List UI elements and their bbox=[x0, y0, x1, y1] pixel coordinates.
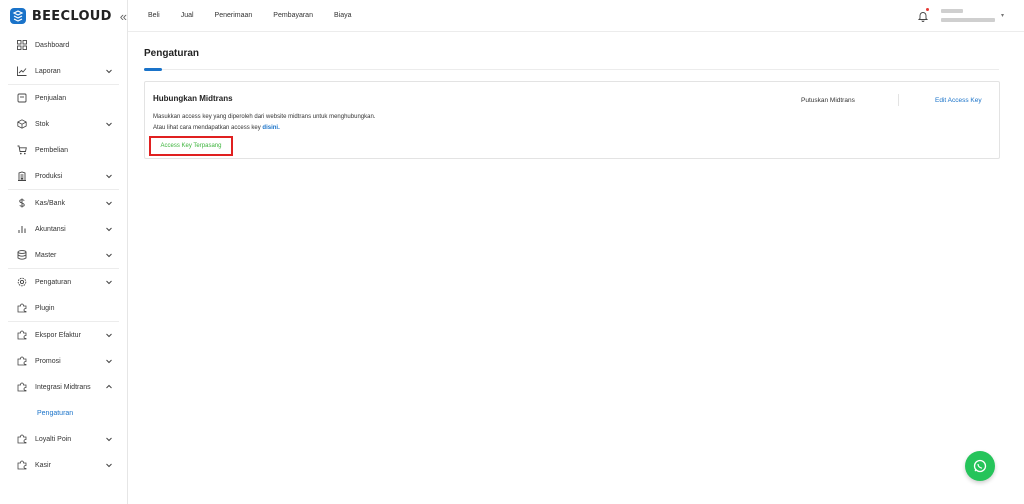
top-menu: Beli Jual Penerimaan Pembayaran Biaya bbox=[148, 12, 373, 19]
chevron-down-icon: ▾ bbox=[1000, 12, 1004, 19]
receipt-icon bbox=[16, 92, 28, 104]
puzzle-icon bbox=[16, 433, 28, 445]
top-menu-pembayaran[interactable]: Pembayaran bbox=[273, 12, 313, 19]
sidebar-item-loyalti-poin[interactable]: Loyalti Poin bbox=[0, 426, 127, 452]
whatsapp-button[interactable] bbox=[965, 451, 995, 481]
card-description-link-line: Atau lihat cara mendapatkan access key d… bbox=[153, 123, 280, 134]
sidebar-item-label: Plugin bbox=[35, 304, 55, 312]
puzzle-icon bbox=[16, 329, 28, 341]
top-menu-penerimaan[interactable]: Penerimaan bbox=[215, 12, 253, 19]
sidebar-item-label: Kas/Bank bbox=[35, 199, 65, 207]
sidebar-item-label: Produksi bbox=[35, 172, 63, 180]
sidebar-item-label: Stok bbox=[35, 120, 50, 128]
box-icon bbox=[16, 118, 28, 130]
disconnect-midtrans-button[interactable]: Putuskan Midtrans bbox=[801, 97, 855, 104]
sidebar-item-label: Dashboard bbox=[35, 41, 70, 49]
sidebar-item-akuntansi[interactable]: Akuntansi bbox=[0, 216, 127, 242]
whatsapp-icon bbox=[973, 459, 987, 473]
grid-icon bbox=[16, 39, 28, 51]
status-highlight: Access Key Terpasang bbox=[149, 136, 233, 156]
sidebar-item-promosi[interactable]: Promosi bbox=[0, 348, 127, 374]
sidebar-item-label: Laporan bbox=[35, 67, 61, 75]
chevron-down-icon bbox=[106, 69, 112, 74]
sidebar-item-master[interactable]: Master bbox=[0, 242, 127, 268]
sidebar-item-laporan[interactable]: Laporan bbox=[0, 58, 127, 84]
page-title: Pengaturan bbox=[144, 48, 200, 59]
chevron-down-icon bbox=[106, 201, 112, 206]
sidebar-item-stok[interactable]: Stok bbox=[0, 111, 127, 137]
sidebar-item-produksi[interactable]: Produksi bbox=[0, 163, 127, 189]
midtrans-card: Hubungkan Midtrans Masukkan access key y… bbox=[144, 81, 1000, 159]
sidebar-item-kas-bank[interactable]: Kas/Bank bbox=[0, 190, 127, 216]
database-icon bbox=[16, 249, 28, 261]
sidebar-item-pembelian[interactable]: Pembelian bbox=[0, 137, 127, 163]
help-link[interactable]: disini. bbox=[262, 125, 279, 131]
user-menu[interactable]: ▾ bbox=[940, 6, 1004, 24]
sidebar-item-penjualan[interactable]: Penjualan bbox=[0, 85, 127, 111]
sidebar-subitem-pengaturan[interactable]: Pengaturan bbox=[0, 400, 127, 426]
beecloud-logo-icon bbox=[10, 8, 26, 24]
sidebar-item-label: Master bbox=[35, 251, 57, 259]
gear-icon bbox=[16, 276, 28, 288]
avatar bbox=[940, 6, 995, 24]
card-description: Masukkan access key yang diperoleh dari … bbox=[153, 114, 376, 120]
title-underline bbox=[144, 68, 162, 71]
sidebar-item-kasir[interactable]: Kasir bbox=[0, 452, 127, 478]
puzzle-icon bbox=[16, 302, 28, 314]
sidebar-item-integrasi-midtrans[interactable]: Integrasi Midtrans bbox=[0, 374, 127, 400]
chevron-down-icon bbox=[106, 227, 112, 232]
top-right: ▾ bbox=[917, 6, 1004, 24]
topbar: Beli Jual Penerimaan Pembayaran Biaya ▾ bbox=[128, 0, 1024, 32]
edit-access-key-button[interactable]: Edit Access Key bbox=[935, 97, 982, 104]
brand-name: BEECLOUD bbox=[31, 8, 112, 24]
chevron-down-icon bbox=[106, 174, 112, 179]
factory-icon bbox=[16, 170, 28, 182]
dollar-icon bbox=[16, 197, 28, 209]
sidebar-item-label: Pengaturan bbox=[35, 278, 72, 286]
chevron-down-icon bbox=[106, 122, 112, 127]
sidebar-nav: Dashboard Laporan Penjualan Stok Pembelian Pr… bbox=[0, 32, 127, 478]
chevron-up-icon bbox=[106, 384, 112, 389]
brand: BEECLOUD « bbox=[0, 0, 127, 32]
chevron-down-icon bbox=[106, 463, 112, 468]
main-content: Pengaturan Hubungkan Midtrans Masukkan a… bbox=[128, 32, 1024, 504]
sidebar-item-label: Integrasi Midtrans bbox=[35, 383, 91, 391]
sidebar-item-label: Promosi bbox=[35, 357, 61, 365]
notification-dot bbox=[925, 8, 929, 11]
cart-icon bbox=[16, 144, 28, 156]
sidebar-item-pengaturan[interactable]: Pengaturan bbox=[0, 269, 127, 295]
sidebar-item-label: Penjualan bbox=[35, 94, 67, 102]
sidebar-item-plugin[interactable]: Plugin bbox=[0, 295, 127, 321]
sidebar-item-dashboard[interactable]: Dashboard bbox=[0, 32, 127, 58]
top-menu-jual[interactable]: Jual bbox=[181, 12, 194, 19]
chevron-down-icon bbox=[106, 359, 112, 364]
sidebar-item-label: Akuntansi bbox=[35, 225, 66, 233]
title-divider bbox=[144, 69, 999, 70]
bar-chart-icon bbox=[16, 223, 28, 235]
puzzle-icon bbox=[16, 459, 28, 471]
action-divider bbox=[898, 94, 899, 106]
card-description-prefix: Atau lihat cara mendapatkan access key bbox=[153, 125, 263, 131]
top-menu-biaya[interactable]: Biaya bbox=[334, 12, 352, 19]
chevron-down-icon bbox=[106, 333, 112, 338]
bell-icon[interactable] bbox=[917, 8, 929, 22]
sidebar: BEECLOUD « Dashboard Laporan Penjualan Stok… bbox=[0, 0, 128, 504]
puzzle-icon bbox=[16, 355, 28, 367]
sidebar-item-label: Kasir bbox=[35, 461, 51, 469]
sidebar-item-label: Ekspor Efaktur bbox=[35, 331, 81, 339]
puzzle-icon bbox=[16, 381, 28, 393]
chart-line-icon bbox=[16, 65, 28, 77]
status-badge: Access Key Terpasang bbox=[160, 143, 222, 149]
sidebar-item-label: Loyalti Poin bbox=[35, 435, 72, 443]
card-title: Hubungkan Midtrans bbox=[153, 94, 233, 103]
top-menu-beli[interactable]: Beli bbox=[148, 12, 160, 19]
sidebar-item-label: Pembelian bbox=[35, 146, 69, 154]
collapse-sidebar-button[interactable]: « bbox=[120, 9, 127, 24]
chevron-down-icon bbox=[106, 253, 112, 258]
sidebar-item-ekspor-efaktur[interactable]: Ekspor Efaktur bbox=[0, 322, 127, 348]
chevron-down-icon bbox=[106, 280, 112, 285]
chevron-down-icon bbox=[106, 437, 112, 442]
